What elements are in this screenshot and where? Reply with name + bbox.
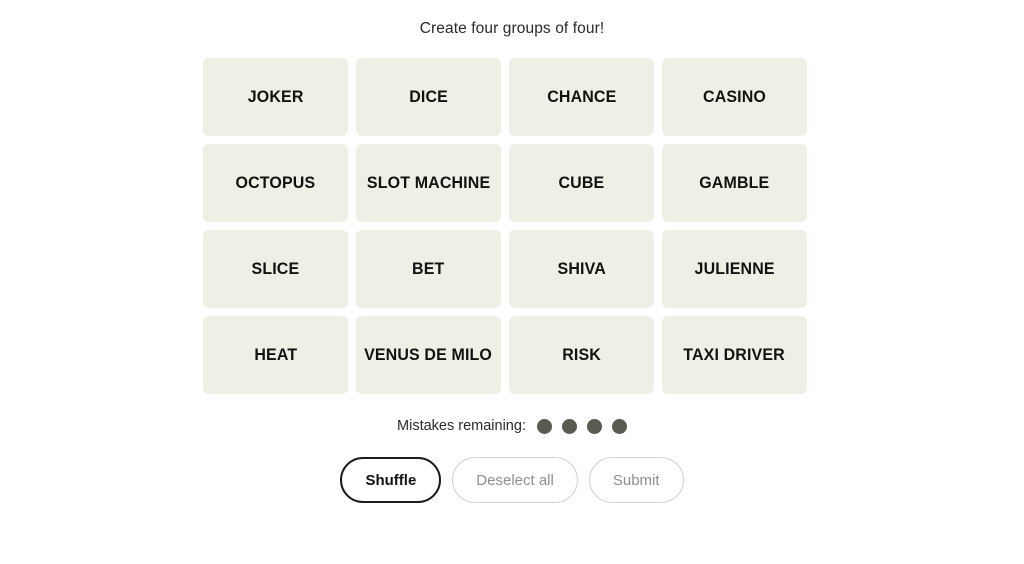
word-tile-label: GAMBLE [699,173,770,193]
mistake-dot [586,418,602,434]
word-tile-label: SHIVA [557,259,606,279]
word-tile[interactable]: DICE [356,58,501,136]
mistake-dot [611,418,627,434]
word-tile-label: CASINO [702,87,767,107]
connections-game-screen: Create four groups of four! JOKER DICE C… [0,0,1024,564]
word-tile-label: BET [412,259,445,279]
word-tile[interactable]: HEAT [203,316,348,394]
word-tile-label: CUBE [558,173,605,193]
word-tile-label: JOKER [247,87,304,107]
word-tile[interactable]: SLICE [203,230,348,308]
mistake-dot [536,418,552,434]
word-tile-label: DICE [409,87,448,107]
shuffle-button[interactable]: Shuffle [340,457,442,503]
word-tile[interactable]: GAMBLE [662,144,807,222]
word-tile[interactable]: BET [356,230,501,308]
word-tile[interactable]: OCTOPUS [203,144,348,222]
word-tile-label: SLICE [251,259,300,279]
word-tile-label: RISK [562,345,601,365]
word-tile[interactable]: CHANCE [509,58,654,136]
deselect-all-button[interactable]: Deselect all [452,457,578,503]
word-tile-label: TAXI DRIVER [683,345,786,365]
word-tile-grid: JOKER DICE CHANCE CASINO OCTOPUS SLOT MA… [203,58,807,394]
word-tile[interactable]: SLOT MACHINE [356,144,501,222]
word-tile[interactable]: JOKER [203,58,348,136]
mistake-dot [561,418,577,434]
word-tile[interactable]: SHIVA [509,230,654,308]
word-tile[interactable]: TAXI DRIVER [662,316,807,394]
page-title: Create four groups of four! [419,20,605,37]
action-buttons: Shuffle Deselect all Submit [0,457,1024,503]
word-tile-label: SLOT MACHINE [366,173,491,193]
mistakes-remaining: Mistakes remaining: [0,415,1024,437]
word-tile[interactable]: JULIENNE [662,230,807,308]
word-tile[interactable]: RISK [509,316,654,394]
word-tile[interactable]: CASINO [662,58,807,136]
word-tile-label: JULIENNE [694,259,775,279]
word-tile-label: CHANCE [546,87,617,107]
mistakes-remaining-label: Mistakes remaining: [397,418,526,434]
mistakes-dot-list [536,418,627,434]
submit-button[interactable]: Submit [588,457,684,503]
word-tile-label: HEAT [254,345,297,365]
word-tile-label: VENUS DE MILO [364,345,493,365]
word-tile[interactable]: VENUS DE MILO [356,316,501,394]
word-tile[interactable]: CUBE [509,144,654,222]
word-tile-label: OCTOPUS [235,173,316,193]
